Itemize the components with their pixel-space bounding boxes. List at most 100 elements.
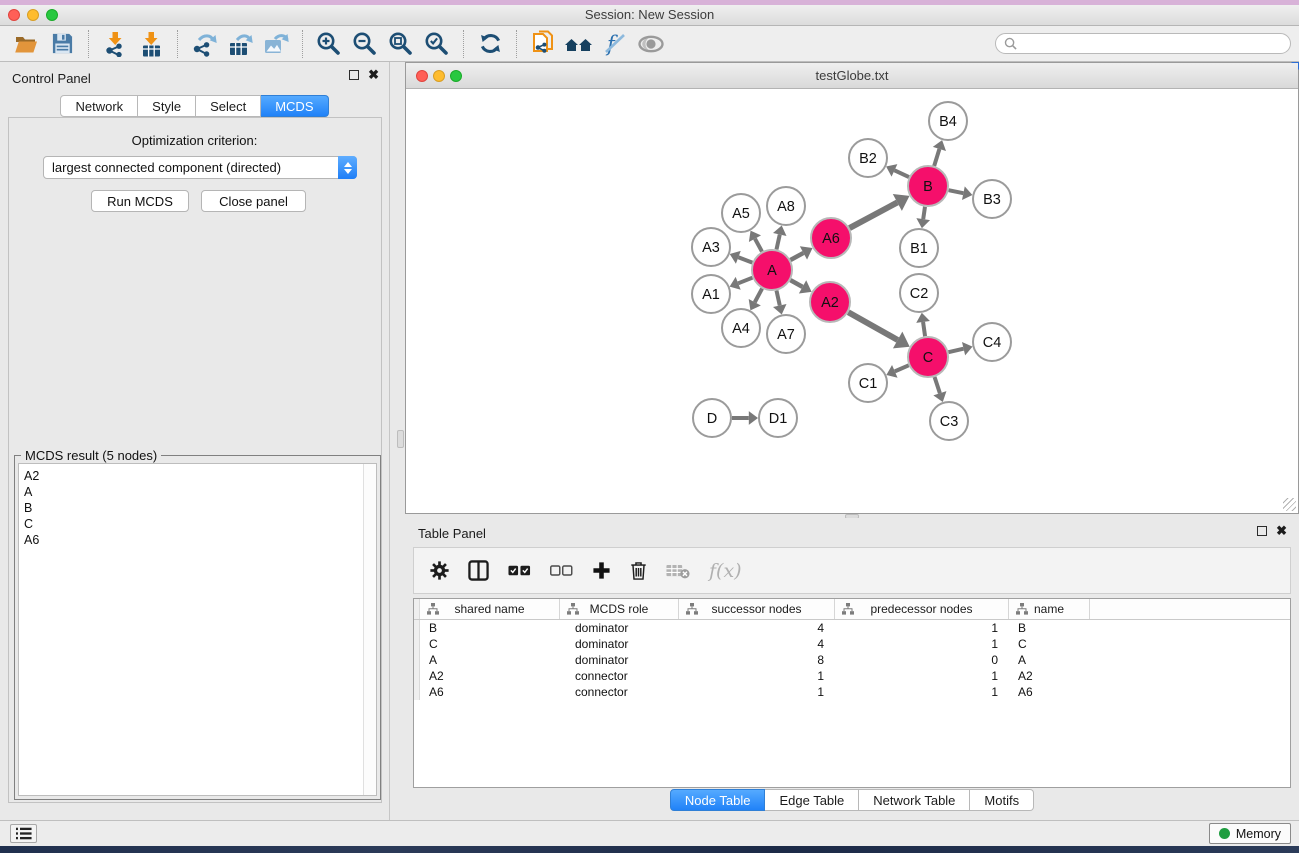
close-panel-icon[interactable]: ✖: [368, 70, 379, 80]
table-cell[interactable]: C: [1009, 637, 1090, 651]
table-cell[interactable]: 1: [835, 685, 1009, 699]
delete-table-button[interactable]: [666, 563, 690, 579]
column-header-successor-nodes[interactable]: successor nodes: [679, 599, 835, 619]
apply-function-button[interactable]: f(x): [709, 560, 742, 582]
show-columns-button[interactable]: [468, 560, 489, 581]
network-titlebar[interactable]: testGlobe.txt: [406, 63, 1298, 89]
table-cell[interactable]: 1: [679, 669, 835, 683]
graph-edge-A-A1[interactable]: [738, 278, 752, 284]
graph-edge-C-C3[interactable]: [935, 377, 940, 393]
table-cell[interactable]: A6: [420, 685, 560, 699]
graph-edge-A6-B[interactable]: [850, 202, 898, 228]
import-table-button[interactable]: [136, 29, 166, 59]
table-cell[interactable]: dominator: [560, 621, 679, 635]
mcds-result-item[interactable]: A6: [24, 532, 376, 548]
mcds-scrollbar[interactable]: [363, 464, 376, 795]
criterion-dropdown[interactable]: largest connected component (directed): [43, 156, 357, 179]
graph-edge-A-A4[interactable]: [755, 289, 762, 303]
zoom-out-button[interactable]: [350, 29, 380, 59]
table-cell[interactable]: dominator: [560, 637, 679, 651]
tab-select[interactable]: Select: [196, 95, 261, 117]
graph-edge-B-B4[interactable]: [934, 149, 939, 166]
tab-network[interactable]: Network: [60, 95, 138, 117]
graph-edge-A-A5[interactable]: [755, 239, 762, 252]
table-cell[interactable]: A: [420, 653, 560, 667]
table-row[interactable]: Cdominator41C: [414, 636, 1290, 652]
table-cell[interactable]: 1: [679, 685, 835, 699]
table-cell[interactable]: A2: [420, 669, 560, 683]
delete-column-button[interactable]: [630, 561, 647, 581]
table-cell[interactable]: connector: [560, 669, 679, 683]
tab-edge-table[interactable]: Edge Table: [765, 789, 859, 811]
table-cell[interactable]: B: [420, 621, 560, 635]
run-mcds-button[interactable]: Run MCDS: [91, 190, 189, 212]
column-header-predecessor-nodes[interactable]: predecessor nodes: [835, 599, 1009, 619]
open-session-button[interactable]: [11, 29, 41, 59]
tab-node-table[interactable]: Node Table: [670, 789, 766, 811]
mcds-result-list[interactable]: A2ABCA6: [18, 463, 377, 796]
show-hide-button[interactable]: [636, 29, 666, 59]
graph-edge-B-B1[interactable]: [923, 207, 925, 219]
table-cell[interactable]: 1: [835, 637, 1009, 651]
table-cell[interactable]: A: [1009, 653, 1090, 667]
export-network-button[interactable]: [189, 29, 219, 59]
graph-edge-B-B3[interactable]: [949, 190, 964, 193]
duplicate-network-button[interactable]: [528, 29, 558, 59]
graphics-details-button[interactable]: f: [600, 29, 630, 59]
mcds-result-item[interactable]: C: [24, 516, 376, 532]
table-row[interactable]: Bdominator41B: [414, 620, 1290, 636]
graph-edge-A2-C[interactable]: [848, 312, 897, 340]
task-history-button[interactable]: [10, 824, 37, 843]
node-table[interactable]: shared nameMCDS rolesuccessor nodesprede…: [413, 598, 1291, 788]
network-canvas[interactable]: AA1A2A3A4A5A6A7A8BB1B2B3B4CC1C2C3C4DD1: [406, 89, 1298, 513]
graph-edge-C-C4[interactable]: [948, 349, 963, 353]
close-table-panel-icon[interactable]: ✖: [1276, 526, 1287, 536]
apply-layout-button[interactable]: [475, 29, 505, 59]
zoom-selected-button[interactable]: [422, 29, 452, 59]
tab-style[interactable]: Style: [138, 95, 196, 117]
mcds-result-item[interactable]: A2: [24, 468, 376, 484]
float-table-panel-icon[interactable]: [1257, 526, 1267, 536]
import-network-button[interactable]: [100, 29, 130, 59]
graph-edge-B-B2[interactable]: [894, 170, 909, 177]
table-cell[interactable]: A6: [1009, 685, 1090, 699]
tab-mcds[interactable]: MCDS: [261, 95, 328, 117]
add-column-button[interactable]: [592, 561, 611, 580]
table-row[interactable]: A2connector11A2: [414, 668, 1290, 684]
table-cell[interactable]: 1: [835, 621, 1009, 635]
resize-grip[interactable]: [1283, 498, 1296, 511]
select-all-button[interactable]: [508, 565, 531, 576]
float-panel-icon[interactable]: [349, 70, 359, 80]
table-cell[interactable]: dominator: [560, 653, 679, 667]
table-cell[interactable]: A2: [1009, 669, 1090, 683]
table-cell[interactable]: 8: [679, 653, 835, 667]
search-field[interactable]: [995, 33, 1291, 54]
tab-motifs[interactable]: Motifs: [970, 789, 1034, 811]
tab-network-table[interactable]: Network Table: [859, 789, 970, 811]
table-row[interactable]: A6connector11A6: [414, 684, 1290, 700]
graph-edge-A-A8[interactable]: [776, 235, 779, 250]
mcds-result-item[interactable]: B: [24, 500, 376, 516]
table-row[interactable]: Adominator80A: [414, 652, 1290, 668]
zoom-in-button[interactable]: [314, 29, 344, 59]
table-cell[interactable]: connector: [560, 685, 679, 699]
graph-edge-A-A3[interactable]: [738, 257, 752, 262]
memory-button[interactable]: Memory: [1209, 823, 1291, 844]
graph-edge-C-C1[interactable]: [895, 365, 909, 371]
table-cell[interactable]: C: [420, 637, 560, 651]
column-header-shared-name[interactable]: shared name: [420, 599, 560, 619]
table-cell[interactable]: 0: [835, 653, 1009, 667]
table-cell[interactable]: B: [1009, 621, 1090, 635]
close-panel-button[interactable]: Close panel: [201, 190, 306, 212]
column-header-MCDS-role[interactable]: MCDS role: [560, 599, 679, 619]
mcds-result-item[interactable]: A: [24, 484, 376, 500]
graph-edge-C-C2[interactable]: [923, 322, 925, 336]
search-input[interactable]: [1017, 37, 1282, 51]
deselect-all-button[interactable]: [550, 565, 573, 576]
first-neighbors-button[interactable]: [564, 29, 594, 59]
zoom-fit-button[interactable]: [386, 29, 416, 59]
graph-edge-A-A2[interactable]: [790, 280, 802, 287]
export-image-button[interactable]: [261, 29, 291, 59]
table-options-button[interactable]: [430, 561, 449, 580]
column-header-name[interactable]: name: [1009, 599, 1090, 619]
